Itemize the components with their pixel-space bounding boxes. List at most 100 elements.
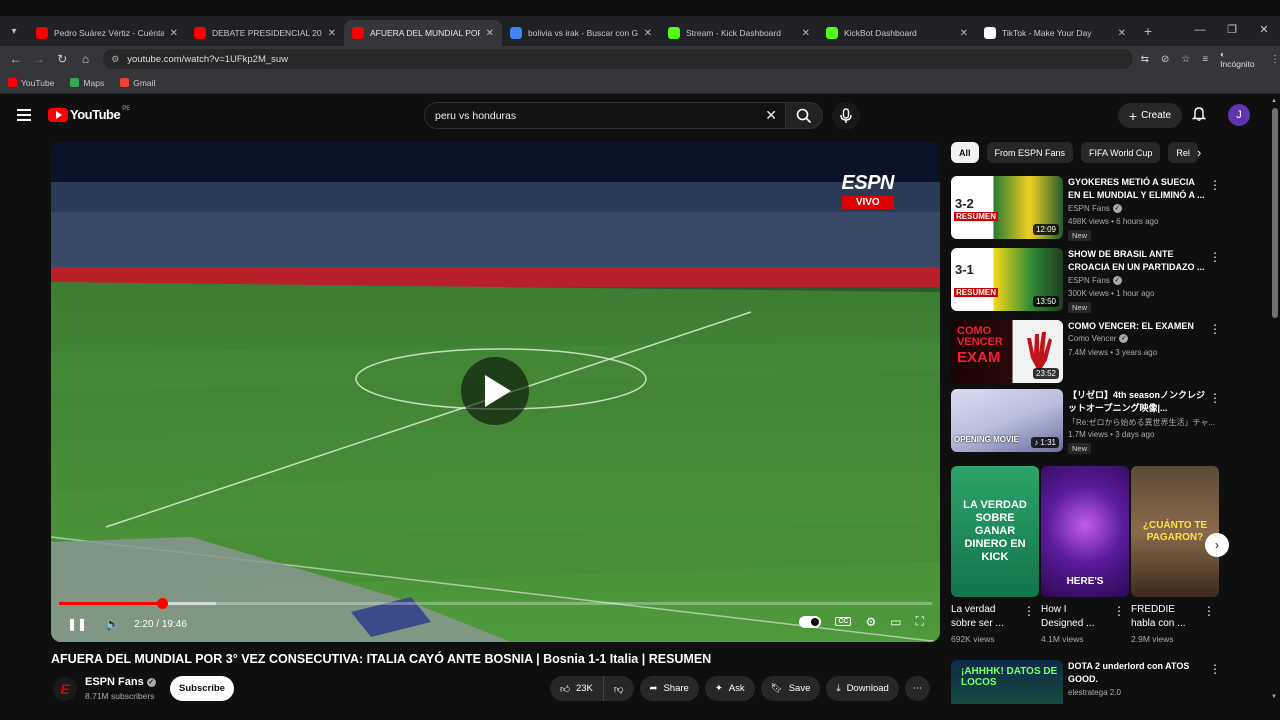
browser-tab[interactable]: KickBot Dashboard ✕ [818,20,976,46]
account-avatar[interactable]: J [1228,104,1250,126]
create-button[interactable]: + Create [1118,103,1182,128]
tab-close-icon[interactable]: ✕ [802,28,810,39]
clear-search-icon[interactable]: ✕ [765,107,777,124]
scroll-down-arrow-icon[interactable]: ▼ [1271,694,1277,700]
fullscreen-icon[interactable]: ⛶ [916,614,924,629]
more-options-icon[interactable]: ⋮ [1209,662,1221,676]
filter-chip[interactable]: All [951,142,979,163]
browser-tab[interactable]: bolivia vs irak - Buscar con Goo ✕ [502,20,660,46]
media-control-icon[interactable]: ≡ [1202,54,1208,65]
video-thumbnail[interactable]: 3-1 RESUMEN 13:50 [951,248,1063,311]
recommendation-item[interactable]: COMO VENCER EXAM 23:52 COMO VENCER: EL E… [951,320,1221,384]
browser-tab[interactable]: Stream - Kick Dashboard ✕ [660,20,818,46]
restore-icon[interactable]: ❐ [1216,16,1248,46]
video-title[interactable]: 【リゼロ】4th seasonノンクレジットオープニング映像|... [1068,389,1208,415]
browser-tab[interactable]: DEBATE PRESIDENCIAL 2026 - I ✕ [186,20,344,46]
more-options-icon[interactable]: ⋮ [1209,178,1221,192]
youtube-logo[interactable]: YouTube PE [48,106,130,122]
chips-next-chevron-icon[interactable]: › [1197,145,1201,160]
recommendation-item[interactable]: ¡AHHHK! DATOS DE LOCOS DOTA 2 underlord … [951,660,1221,704]
back-icon[interactable]: ← [4,52,27,66]
more-options-icon[interactable]: ⋮ [1209,391,1221,405]
video-title[interactable]: DOTA 2 underlord con ATOS GOOD. [1068,660,1208,686]
more-options-icon[interactable]: ⋮ [1209,250,1221,264]
short-item[interactable]: LA VERDAD SOBRE GANAR DINERO EN KICK La … [951,466,1039,644]
minimize-icon[interactable]: — [1184,16,1216,46]
short-title[interactable]: La verdad sobre ser ... [951,603,1021,631]
download-button[interactable]: ⤓ Download [826,676,899,701]
theater-mode-icon[interactable]: ▭ [890,615,901,629]
browser-tab[interactable]: Pedro Suárez Vértiz - Cuéntame ✕ [28,20,186,46]
like-button[interactable]: 👍︎ 23K [550,676,603,701]
short-item[interactable]: ¿CUÁNTO TE PAGARON? FREDDIE habla con ..… [1131,466,1219,644]
channel-name[interactable]: ESPN Fans ✓ [1068,204,1122,213]
video-title[interactable]: COMO VENCER: EL EXAMEN [1068,320,1208,333]
autoplay-toggle[interactable] [799,615,822,628]
subscribe-button[interactable]: Subscribe [170,676,234,701]
search-button[interactable] [785,102,823,129]
channel-name[interactable]: ESPN Fans ✓ [1068,276,1122,285]
recommendation-item[interactable]: OPENING MOVIE ♪ 1:31 【リゼロ】4th seasonノンクレ… [951,389,1221,454]
more-options-icon[interactable]: ⋮ [1023,604,1035,618]
recommendation-item[interactable]: 3-1 RESUMEN 13:50 SHOW DE BRASIL ANTE CR… [951,248,1221,313]
bookmark-star-icon[interactable]: ☆ [1181,54,1190,65]
channel-name[interactable]: ESPN Fans ✓ [85,676,156,688]
bookmark-item[interactable]: YouTube [8,78,54,88]
dislike-button[interactable]: 👎︎ [602,676,634,701]
reload-icon[interactable]: ↻ [51,52,74,66]
bookmark-item[interactable]: Maps [70,78,104,88]
video-player[interactable]: ESPN VIVO ❚❚ 🔈 2:20 / 19:46 CC ⚙ ▭ ⛶ [51,142,940,642]
more-options-icon[interactable]: ⋮ [1203,604,1215,618]
save-button[interactable]: 🔖︎ Save [760,676,821,701]
filter-chip[interactable]: From ESPN Fans [986,142,1074,163]
channel-name[interactable]: elestratega 2.0 [1068,688,1121,697]
big-play-button[interactable] [461,357,529,425]
ask-button[interactable]: ✦ Ask [704,676,755,701]
voice-search-button[interactable] [832,102,860,130]
tab-close-icon[interactable]: ✕ [486,28,494,39]
video-thumbnail[interactable]: OPENING MOVIE ♪ 1:31 [951,389,1063,452]
channel-name[interactable]: 「Re:ゼロから始める異世界生活」チャ... [1068,417,1215,428]
hamburger-menu-icon[interactable] [17,109,31,121]
new-tab-button[interactable]: + [1134,23,1162,39]
close-window-icon[interactable]: ✕ [1248,16,1280,46]
search-input[interactable]: peru vs honduras ✕ [424,102,786,129]
settings-gear-icon[interactable]: ⚙ [865,615,876,629]
video-thumbnail[interactable]: ¡AHHHK! DATOS DE LOCOS [951,660,1063,704]
home-icon[interactable]: ⌂ [74,52,97,66]
eye-off-icon[interactable]: ⊘ [1161,54,1169,65]
site-info-icon[interactable]: ⚙ [111,54,119,65]
more-options-icon[interactable]: ⋮ [1209,322,1221,336]
short-item[interactable]: HERE'S How I Designed ... 4.1M views ⋮ [1041,466,1129,644]
video-thumbnail[interactable]: COMO VENCER EXAM 23:52 [951,320,1063,383]
recommendation-item[interactable]: 3-2 RESUMEN 12:09 GYOKERES METIÓ A SUECI… [951,176,1221,241]
tab-search-chevron-icon[interactable]: ▾ [0,16,28,46]
pause-icon[interactable]: ❚❚ [67,617,87,631]
short-title[interactable]: How I Designed ... [1041,603,1111,631]
page-scrollbar[interactable]: ▲ ▼ [1270,96,1280,704]
video-title[interactable]: GYOKERES METIÓ A SUECIA EN EL MUNDIAL Y … [1068,176,1208,202]
short-thumbnail[interactable]: LA VERDAD SOBRE GANAR DINERO EN KICK [951,466,1039,597]
filter-chip[interactable]: FIFA World Cup [1081,142,1161,163]
tab-close-icon[interactable]: ✕ [1118,28,1126,39]
incognito-indicator[interactable]: ◐ Incógnito [1220,49,1258,69]
volume-icon[interactable]: 🔈 [105,617,120,631]
tab-close-icon[interactable]: ✕ [328,28,336,39]
video-title[interactable]: SHOW DE BRASIL ANTE CROACIA EN UN PARTID… [1068,248,1208,274]
progress-bar[interactable] [59,598,932,609]
translate-icon[interactable]: ⇆ [1141,54,1149,65]
more-options-icon[interactable]: ⋮ [1113,604,1125,618]
short-thumbnail[interactable]: ¿CUÁNTO TE PAGARON? [1131,466,1219,597]
short-title[interactable]: FREDDIE habla con ... [1131,603,1201,631]
tab-close-icon[interactable]: ✕ [644,28,652,39]
bookmark-item[interactable]: Gmail [120,78,155,88]
shorts-next-chevron-icon[interactable]: › [1205,533,1229,557]
more-actions-icon[interactable]: ⋯ [904,676,930,701]
video-thumbnail[interactable]: 3-2 RESUMEN 12:09 [951,176,1063,239]
scrubber-handle[interactable] [157,598,168,609]
channel-avatar[interactable]: E [53,677,77,701]
browser-tab[interactable]: AFUERA DEL MUNDIAL POR 3° ✕ [344,20,502,46]
captions-icon[interactable]: CC [835,617,852,626]
filter-chip[interactable]: Rel [1168,142,1198,163]
channel-name[interactable]: Como Vencer ✓ [1068,334,1129,343]
